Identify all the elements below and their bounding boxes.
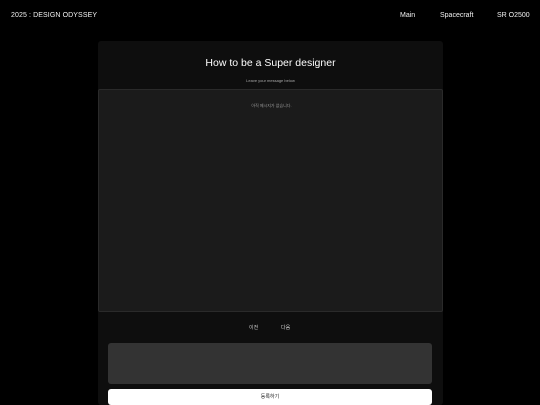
next-page-button[interactable]: 다음: [281, 324, 290, 331]
page-title: How to be a Super designer: [205, 57, 336, 69]
top-navigation-bar: 2025 : DESIGN ODYSSEY Main Spacecraft SR…: [0, 0, 540, 32]
message-input[interactable]: [108, 343, 432, 384]
guestbook-panel: How to be a Super designer Leave your me…: [98, 41, 443, 405]
message-list[interactable]: 아직 메시지가 없습니다.: [98, 89, 443, 312]
nav-link-sr[interactable]: SR O2500: [497, 12, 530, 19]
empty-message: 아직 메시지가 없습니다.: [251, 103, 292, 108]
nav-link-spacecraft[interactable]: Spacecraft: [440, 12, 473, 19]
brand-title: 2025 : DESIGN ODYSSEY: [11, 12, 98, 19]
page-subtitle: Leave your message below: [246, 78, 295, 83]
nav-link-main[interactable]: Main: [400, 12, 415, 19]
submit-button[interactable]: 등록하기: [108, 389, 432, 405]
prev-page-button[interactable]: 이전: [249, 324, 258, 331]
